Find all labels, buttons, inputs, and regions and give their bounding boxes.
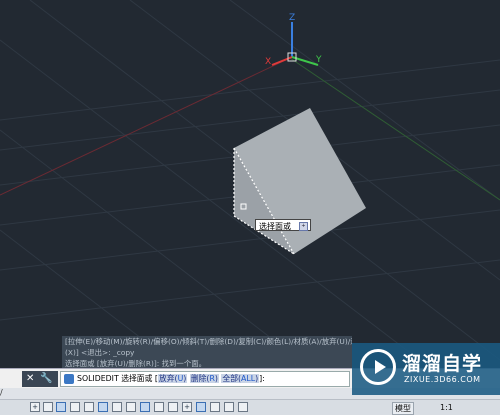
ucs-icon: Z Y X: [265, 13, 322, 67]
close-icon[interactable]: ✕: [26, 373, 34, 385]
command-prefix: SOLIDEDIT 选择面或 [: [77, 374, 158, 383]
command-line-input[interactable]: SOLIDEDIT 选择面或 [放弃(U) 删除(R) 全部(ALL)]:: [60, 371, 350, 387]
isolate-icon[interactable]: [224, 402, 234, 412]
model-space-label[interactable]: 模型: [392, 402, 414, 415]
otrack-icon[interactable]: [98, 402, 108, 412]
option-remove[interactable]: 删除(R): [189, 374, 219, 383]
drawing-viewport[interactable]: Z Y X 选择面或 + [拉伸(E)/移动(M)/旋转(R)/偏移(O)/倾斜…: [0, 0, 500, 368]
history-line: 选择面或 [放弃(U)/删除(R)]: 找到一个面。: [62, 358, 352, 368]
qp-icon[interactable]: [168, 402, 178, 412]
history-line: [拉伸(E)/移动(M)/旋转(R)/偏移(O)/倾斜(T)/删除(D)/复制(…: [62, 336, 352, 347]
annotation-scale[interactable]: 1:1: [440, 403, 453, 412]
ortho-icon[interactable]: [56, 402, 66, 412]
command-icon[interactable]: [64, 374, 74, 384]
wedge-slope-face: [234, 108, 366, 254]
grid-toggle-icon[interactable]: [43, 402, 53, 412]
command-history: [拉伸(E)/移动(M)/旋转(R)/偏移(O)/倾斜(T)/删除(D)/复制(…: [62, 336, 352, 368]
solid-wedge[interactable]: [233, 108, 366, 255]
plus-icon[interactable]: +: [299, 222, 308, 231]
option-all[interactable]: 全部(ALL): [221, 374, 260, 383]
history-line: (X)] <退出>: _copy: [62, 347, 352, 358]
hardware-icon[interactable]: [238, 402, 248, 412]
snap-icon[interactable]: +: [30, 402, 40, 412]
ucs-x-label: X: [265, 57, 271, 67]
lineweight-icon[interactable]: [140, 402, 150, 412]
layout-tab-indicator[interactable]: /: [0, 388, 20, 398]
ucs-z-label: Z: [289, 13, 295, 23]
option-undo[interactable]: 放弃(U): [157, 374, 188, 383]
ducs-icon[interactable]: [112, 402, 122, 412]
command-controls: ✕ 🔧: [22, 371, 58, 387]
watermark-url: ZIXUE.3D66.COM: [404, 375, 481, 384]
annotation-icon[interactable]: [210, 402, 220, 412]
command-suffix: ]:: [259, 374, 265, 383]
transparency-icon[interactable]: [154, 402, 164, 412]
play-logo-icon: [360, 349, 396, 385]
watermark-brand: 溜溜自学: [402, 353, 483, 375]
ucs-y-label: Y: [315, 55, 322, 65]
polar-icon[interactable]: [70, 402, 80, 412]
dyn-icon[interactable]: [126, 402, 136, 412]
selection-tooltip: 选择面或 +: [255, 219, 311, 231]
grid-canvas: Z Y X: [0, 0, 500, 368]
workspace-icon[interactable]: [196, 402, 206, 412]
sc-icon[interactable]: +: [182, 402, 192, 412]
tooltip-text: 选择面或: [259, 222, 291, 231]
wrench-icon[interactable]: 🔧: [40, 373, 52, 385]
osnap-icon[interactable]: [84, 402, 94, 412]
watermark-logo: 溜溜自学 ZIXUE.3D66.COM: [352, 343, 500, 395]
status-bar: + + 模型 1:1: [0, 399, 500, 415]
